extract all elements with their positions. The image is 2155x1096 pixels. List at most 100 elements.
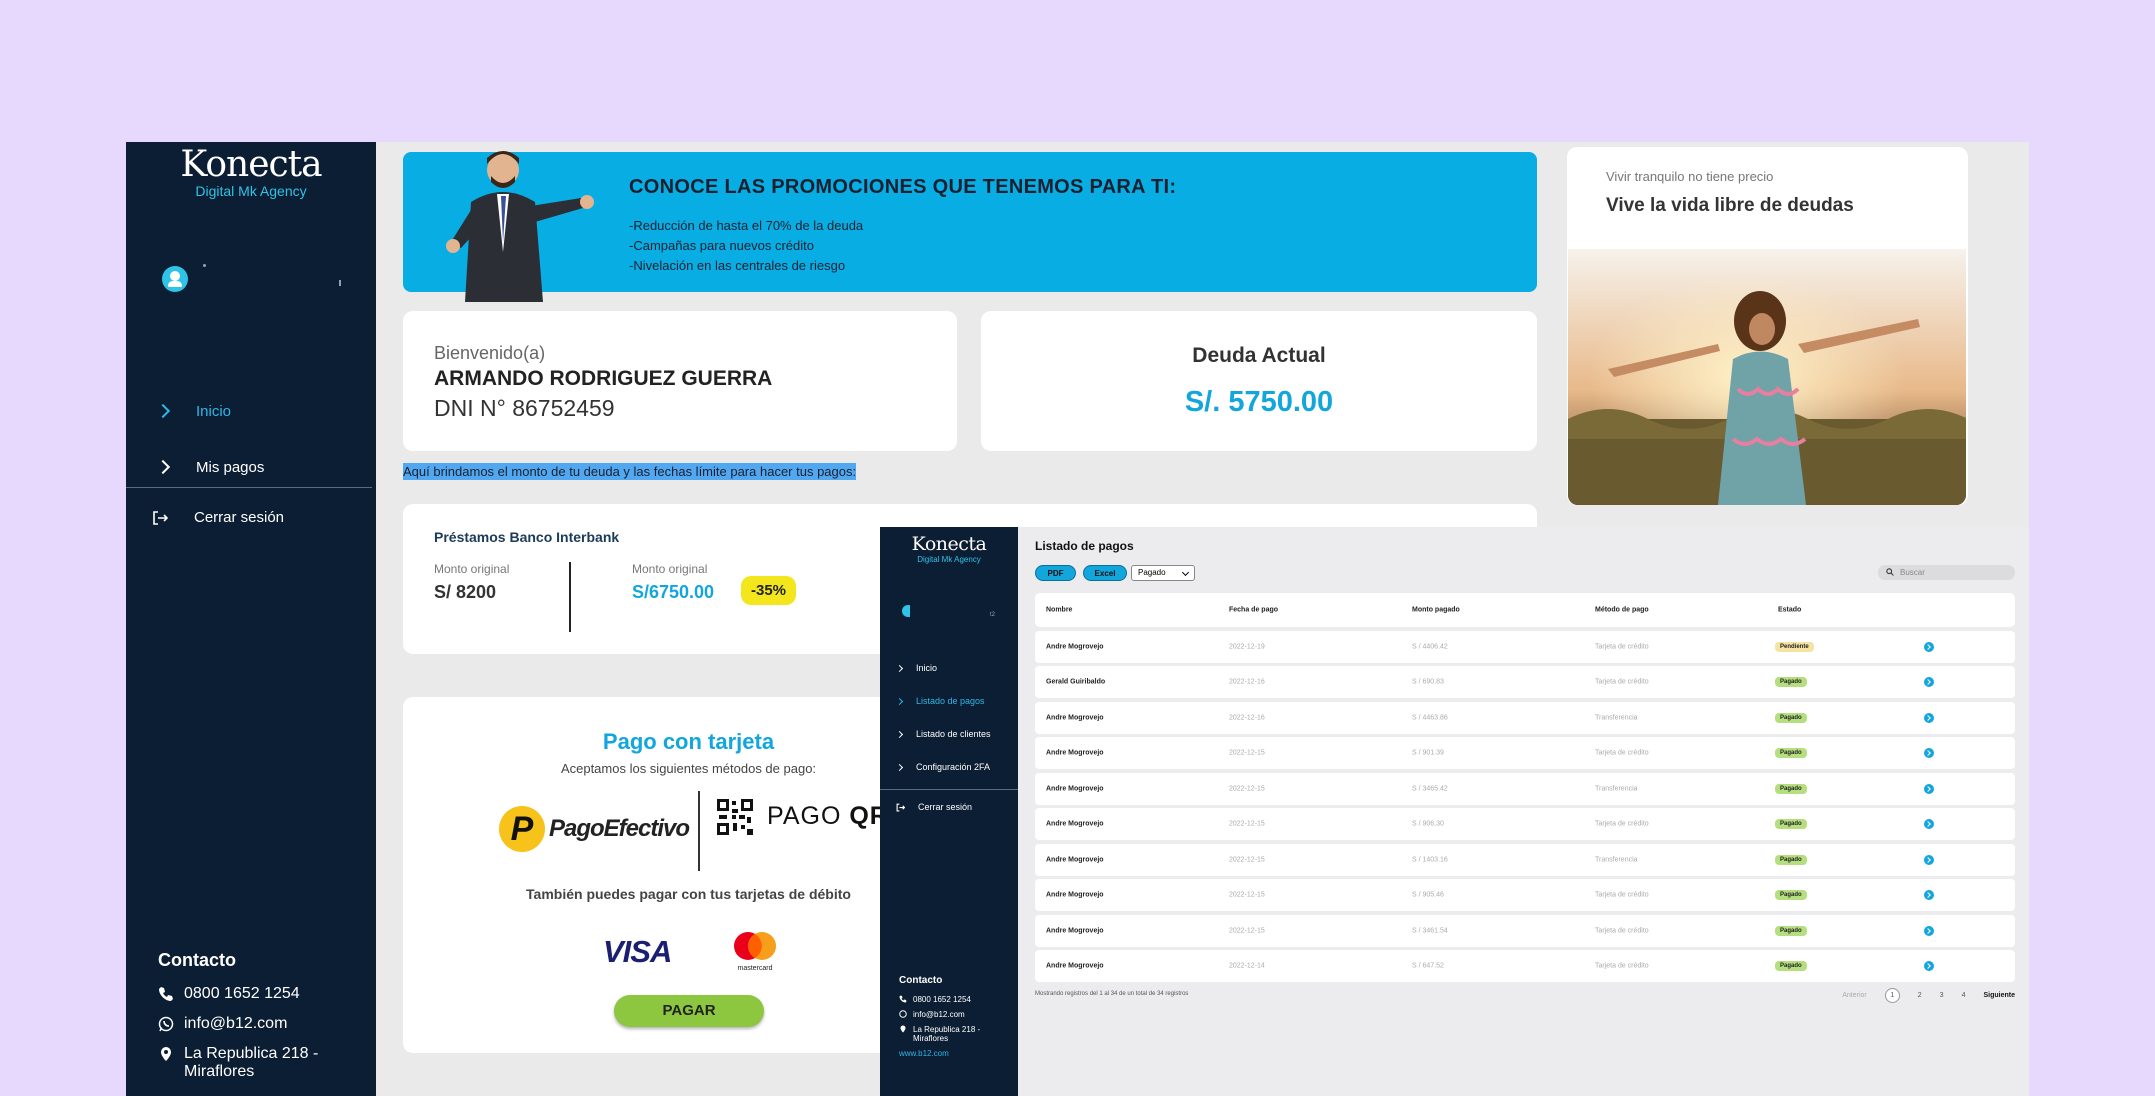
logout-label: Cerrar sesión bbox=[918, 802, 973, 812]
logo: Konecta Digital Mk Agency bbox=[880, 533, 1018, 564]
row-name: Andre Mogrovejo bbox=[1046, 785, 1104, 792]
column-header[interactable]: Nombre bbox=[1046, 607, 1072, 614]
logo-brand: Konecta bbox=[911, 533, 987, 555]
contact-website-link[interactable]: www.b12.com bbox=[899, 1049, 1014, 1058]
contact-section: Contacto 0800 1652 1254 info@b12.com La … bbox=[899, 975, 1014, 1058]
export-pdf-button[interactable]: PDF bbox=[1035, 565, 1076, 581]
column-header[interactable]: Estado bbox=[1778, 607, 1801, 614]
row-detail-arrow-icon[interactable] bbox=[1924, 961, 1934, 971]
sidebar-divider bbox=[126, 487, 372, 488]
row-amount: S / 901.39 bbox=[1412, 749, 1444, 757]
status-badge: Pagado bbox=[1775, 748, 1807, 758]
contact-email-text: info@b12.com bbox=[913, 1010, 965, 1019]
column-header[interactable]: Método de pago bbox=[1595, 607, 1649, 614]
row-detail-arrow-icon[interactable] bbox=[1924, 677, 1934, 687]
phone-icon bbox=[899, 995, 907, 1003]
row-detail-arrow-icon[interactable] bbox=[1924, 925, 1934, 936]
row-detail-arrow-icon[interactable] bbox=[1924, 641, 1934, 652]
contact-address: La Republica 218 - Miraflores bbox=[899, 1025, 1014, 1043]
sidebar-item-listado-pagos[interactable]: Listado de pagos bbox=[880, 691, 1018, 711]
table-row[interactable]: Andre Mogrovejo 2022-12-15 S / 3461.54 Tarj… bbox=[1035, 914, 2015, 947]
loan-discount-label: Monto original bbox=[632, 562, 708, 576]
banner-list: -Reducción de hasta el 70% de la deuda -… bbox=[629, 216, 863, 276]
row-amount: S / 690.83 bbox=[1412, 678, 1444, 686]
column-header[interactable]: Monto pagado bbox=[1412, 607, 1460, 614]
row-detail-arrow-icon[interactable] bbox=[1924, 854, 1934, 865]
logout-button[interactable]: Cerrar sesión bbox=[152, 509, 284, 526]
loan-original: Monto original S/ 8200 bbox=[434, 562, 509, 603]
promo-subtitle: Vivir tranquilo no tiene precio bbox=[1606, 169, 1774, 184]
sidebar-item-label: Mis pagos bbox=[196, 458, 265, 476]
logout-label: Cerrar sesión bbox=[194, 509, 285, 526]
row-detail-arrow-icon[interactable] bbox=[1924, 783, 1934, 794]
pagoefectivo-logo[interactable]: P PagoEfectivo bbox=[499, 806, 690, 852]
table-row[interactable]: Gerald Guiribaldo 2022-12-16 S / 690.83 Tar… bbox=[1035, 666, 2015, 698]
table-row[interactable]: Andre Mogrovejo 2022-12-19 S / 4406.42 Tarj… bbox=[1035, 630, 2015, 663]
sidebar-item-label: Listado de clientes bbox=[916, 729, 991, 739]
sidebar-item-inicio[interactable]: Inicio bbox=[880, 658, 1018, 678]
table-row[interactable]: Andre Mogrovejo 2022-12-14 S / 647.52 Tarje… bbox=[1035, 950, 2015, 982]
sidebar-item-listado-clientes[interactable]: Listado de clientes bbox=[880, 724, 1018, 744]
logout-button[interactable]: Cerrar sesión bbox=[896, 802, 972, 812]
pagination-page[interactable]: 3 bbox=[1940, 992, 1944, 999]
row-detail-arrow-icon[interactable] bbox=[1924, 712, 1934, 723]
table-row[interactable]: Andre Mogrovejo 2022-12-15 S / 906.30 Tarje… bbox=[1035, 808, 2015, 840]
payment-separator bbox=[698, 791, 700, 871]
row-method: Tarjeta de crédito bbox=[1595, 927, 1649, 934]
user-name-suffix: t2 bbox=[990, 612, 996, 618]
table-row[interactable]: Andre Mogrovejo 2022-12-15 S / 1403.16 Tran… bbox=[1035, 843, 2015, 876]
logout-icon bbox=[153, 510, 168, 525]
table-row[interactable]: Andre Mogrovejo 2022-12-15 S / 905.46 Tarje… bbox=[1035, 879, 2015, 911]
chevron-right-icon bbox=[895, 697, 904, 705]
records-summary: Mostrando registros del 1 al 34 de un to… bbox=[1035, 991, 1189, 997]
row-date: 2022-12-15 bbox=[1229, 927, 1265, 934]
status-badge: Pagado bbox=[1775, 890, 1807, 900]
sidebar-item-inicio[interactable]: Inicio bbox=[126, 391, 376, 431]
table-row[interactable]: Andre Mogrovejo 2022-12-15 S / 3465.42 Tran… bbox=[1035, 772, 2015, 805]
table-header: Nombre Fecha de pago Monto pagado Método… bbox=[1035, 593, 2015, 627]
pagoefectivo-p-icon: P bbox=[499, 806, 545, 852]
qr-code-icon[interactable] bbox=[717, 799, 753, 835]
row-method: Tarjeta de crédito bbox=[1595, 749, 1649, 757]
client-dni: DNI N° 86752459 bbox=[434, 395, 615, 421]
row-amount: S / 647.52 bbox=[1412, 962, 1444, 970]
user-avatar-icon bbox=[902, 605, 910, 617]
row-amount: S / 905.46 bbox=[1412, 891, 1444, 899]
sidebar-item-mis-pagos[interactable]: Mis pagos bbox=[126, 447, 376, 487]
contact-email-text: info@b12.com bbox=[184, 1015, 288, 1032]
phone-icon bbox=[159, 987, 173, 1001]
chevron-right-icon bbox=[895, 664, 904, 672]
woman-sunset-photo bbox=[1568, 249, 1966, 505]
row-date: 2022-12-15 bbox=[1229, 820, 1265, 828]
row-date: 2022-12-16 bbox=[1229, 678, 1265, 686]
pay-button[interactable]: PAGAR bbox=[614, 995, 764, 1027]
row-date: 2022-12-15 bbox=[1229, 856, 1265, 863]
column-header[interactable]: Fecha de pago bbox=[1229, 607, 1278, 614]
table-body: Andre Mogrovejo 2022-12-19 S / 4406.42 Tarj… bbox=[1035, 630, 2015, 982]
pagination-page[interactable]: 2 bbox=[1918, 992, 1922, 999]
loan-separator bbox=[569, 562, 571, 632]
whatsapp-icon bbox=[158, 1016, 174, 1032]
pagoefectivo-label: PagoEfectivo bbox=[549, 815, 690, 842]
search-input[interactable]: Buscar bbox=[1878, 565, 2015, 580]
status-badge: Pagado bbox=[1775, 819, 1807, 829]
pago-qr-label[interactable]: PAGO QR bbox=[767, 802, 889, 831]
export-excel-button[interactable]: Excel bbox=[1083, 565, 1127, 581]
sidebar-item-config-2fa[interactable]: Configuración 2FA bbox=[880, 757, 1018, 777]
row-detail-arrow-icon[interactable] bbox=[1924, 819, 1934, 829]
row-method: Tarjeta de crédito bbox=[1595, 643, 1649, 650]
pagination-page[interactable]: 4 bbox=[1962, 992, 1966, 999]
loan-original-label: Monto original bbox=[434, 562, 510, 576]
pagination-page[interactable]: 1 bbox=[1884, 988, 1900, 1003]
row-detail-arrow-icon[interactable] bbox=[1924, 748, 1934, 758]
contact-section: Contacto 0800 1652 1254 info@b12.com La … bbox=[158, 950, 368, 1093]
pagination-prev[interactable]: Anterior bbox=[1842, 992, 1867, 999]
row-method: Transferencia bbox=[1595, 785, 1638, 792]
table-row[interactable]: Andre Mogrovejo 2022-12-16 S / 4463.86 Tran… bbox=[1035, 701, 2015, 734]
table-row[interactable]: Andre Mogrovejo 2022-12-15 S / 901.39 Tarje… bbox=[1035, 737, 2015, 769]
pagination-next[interactable]: Siguiente bbox=[1983, 992, 2015, 999]
row-detail-arrow-icon[interactable] bbox=[1924, 890, 1934, 900]
banner-title: CONOCE LAS PROMOCIONES QUE TENEMOS PARA … bbox=[629, 176, 1177, 198]
contact-title: Contacto bbox=[899, 975, 943, 986]
status-filter-select[interactable]: Pagado bbox=[1131, 565, 1195, 581]
